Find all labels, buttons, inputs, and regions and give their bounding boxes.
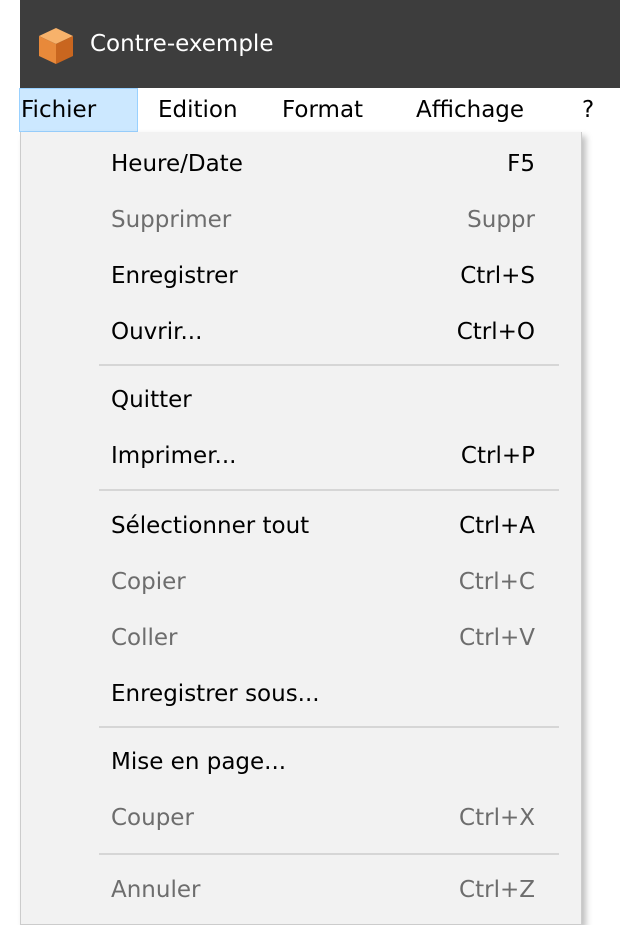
menu-separator bbox=[99, 853, 559, 855]
menu-item-shortcut: Ctrl+C bbox=[458, 569, 535, 595]
menu-item-annuler[interactable]: Annuler Ctrl+Z bbox=[21, 862, 581, 918]
menu-item-shortcut: Ctrl+Z bbox=[459, 877, 535, 903]
menu-item-label: Mise en page... bbox=[111, 749, 287, 775]
menu-item-label: Copier bbox=[111, 569, 186, 595]
menubar-item-help[interactable]: ? bbox=[582, 88, 594, 132]
menu-item-label: Enregistrer sous... bbox=[111, 681, 320, 707]
menu-item-shortcut: Ctrl+P bbox=[460, 443, 535, 469]
menu-item-supprimer[interactable]: Supprimer Suppr bbox=[21, 192, 581, 248]
menubar-item-edition[interactable]: Edition bbox=[158, 88, 238, 132]
menu-item-shortcut: Suppr bbox=[467, 207, 535, 233]
menu-item-label: Couper bbox=[111, 805, 194, 831]
menu-item-shortcut: Ctrl+X bbox=[459, 805, 535, 831]
menu-item-label: Sélectionner tout bbox=[111, 513, 310, 539]
menu-separator bbox=[99, 364, 559, 366]
window-title: Contre-exemple bbox=[90, 31, 274, 57]
menu-separator bbox=[99, 726, 559, 728]
menu-item-shortcut: Ctrl+S bbox=[460, 263, 535, 289]
menu-item-selectionner-tout[interactable]: Sélectionner tout Ctrl+A bbox=[21, 498, 581, 554]
menu-item-shortcut: Ctrl+V bbox=[459, 625, 535, 651]
menu-item-quitter[interactable]: Quitter bbox=[21, 372, 581, 428]
menu-item-label: Quitter bbox=[111, 387, 192, 413]
menubar-item-fichier[interactable]: Fichier bbox=[19, 88, 138, 132]
menu-item-shortcut: Ctrl+A bbox=[459, 513, 535, 539]
menubar-item-format[interactable]: Format bbox=[282, 88, 363, 132]
menu-item-enregistrer-sous[interactable]: Enregistrer sous... bbox=[21, 666, 581, 722]
menu-item-ouvrir[interactable]: Ouvrir... Ctrl+O bbox=[21, 304, 581, 360]
menu-item-label: Annuler bbox=[111, 877, 201, 903]
menu-item-heure-date[interactable]: Heure/Date F5 bbox=[21, 136, 581, 192]
fichier-dropdown-menu: Heure/Date F5 Supprimer Suppr Enregistre… bbox=[20, 132, 582, 925]
menu-item-shortcut: F5 bbox=[507, 151, 535, 177]
menubar-item-affichage[interactable]: Affichage bbox=[416, 88, 524, 132]
menu-item-label: Supprimer bbox=[111, 207, 232, 233]
menu-item-label: Enregistrer bbox=[111, 263, 238, 289]
menu-item-shortcut: Ctrl+O bbox=[456, 319, 535, 345]
menu-item-label: Ouvrir... bbox=[111, 319, 203, 345]
menu-item-label: Coller bbox=[111, 625, 178, 651]
menu-item-copier[interactable]: Copier Ctrl+C bbox=[21, 554, 581, 610]
menu-separator bbox=[99, 489, 559, 491]
menu-item-enregistrer[interactable]: Enregistrer Ctrl+S bbox=[21, 248, 581, 304]
menu-bar: Fichier Edition Format Affichage ? bbox=[19, 88, 620, 132]
menu-item-couper[interactable]: Couper Ctrl+X bbox=[21, 790, 581, 846]
orange-cube-icon bbox=[39, 28, 73, 64]
title-bar[interactable]: Contre-exemple bbox=[20, 0, 620, 88]
menu-item-imprimer[interactable]: Imprimer... Ctrl+P bbox=[21, 428, 581, 484]
menu-item-coller[interactable]: Coller Ctrl+V bbox=[21, 610, 581, 666]
menu-item-label: Heure/Date bbox=[111, 151, 243, 177]
menu-item-mise-en-page[interactable]: Mise en page... bbox=[21, 734, 581, 790]
menu-item-label: Imprimer... bbox=[111, 443, 237, 469]
